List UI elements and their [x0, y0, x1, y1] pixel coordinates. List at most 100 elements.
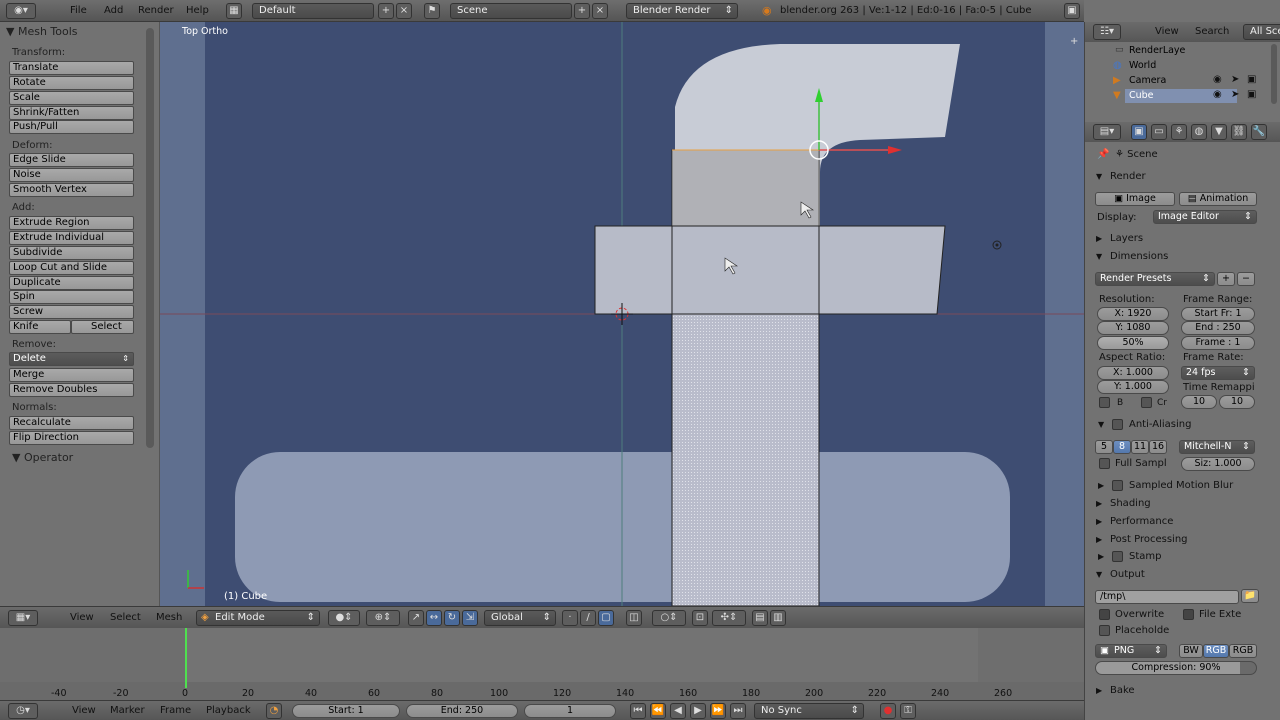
color-rgb-button[interactable]: RGB: [1203, 644, 1229, 658]
proportional-editing-select[interactable]: ○⇕: [652, 610, 686, 626]
aa-samples-8[interactable]: 8: [1113, 440, 1131, 454]
current-frame-marker[interactable]: [185, 628, 187, 688]
outliner-editor-type-button[interactable]: ☷▾: [1093, 24, 1121, 40]
timeline-editor[interactable]: -40 -20 0 20 40 60 80 100 120 140 160 18…: [0, 628, 1084, 700]
outliner-item-camera[interactable]: Camera: [1129, 75, 1166, 86]
scene-field[interactable]: Scene: [450, 3, 572, 19]
translate-manipulator-icon[interactable]: ↔: [426, 610, 442, 626]
extrude-individual-button[interactable]: Extrude Individual: [9, 231, 134, 245]
remove-screen-button[interactable]: ×: [396, 3, 412, 19]
sampled-motion-blur-panel-header[interactable]: ▶ Sampled Motion Blur: [1086, 477, 1280, 495]
pin-icon[interactable]: 📌: [1097, 149, 1109, 160]
jump-keyframe-back-icon[interactable]: ⏪: [650, 703, 666, 719]
manipulator-toggle-icon[interactable]: ↗: [408, 610, 424, 626]
render-presets-select[interactable]: Render Presets ⇕: [1095, 272, 1215, 286]
mesh-stem-face-selected[interactable]: [671, 313, 820, 606]
menu-file[interactable]: File: [70, 5, 87, 16]
jump-start-icon[interactable]: ⏮: [630, 703, 646, 719]
editor-type-button[interactable]: ▦▾: [8, 610, 38, 626]
add-screen-button[interactable]: +: [378, 3, 394, 19]
aa-samples-11[interactable]: 11: [1131, 440, 1149, 454]
frame-start-field[interactable]: Start Fr: 1: [1181, 307, 1255, 321]
shrink-fatten-button[interactable]: Shrink/Fatten: [9, 106, 134, 120]
menu-marker[interactable]: Marker: [110, 705, 145, 716]
properties-editor-type-button[interactable]: ▤▾: [1093, 124, 1121, 140]
outliner-menu-search[interactable]: Search: [1195, 26, 1229, 37]
start-frame-field[interactable]: Start: 1: [292, 704, 400, 718]
vertex-select-icon[interactable]: ·: [562, 610, 578, 626]
render-camera-icon[interactable]: ▣: [1247, 89, 1256, 100]
knife-button[interactable]: Knife: [9, 320, 71, 334]
file-format-select[interactable]: ▣ PNG ⇕: [1095, 644, 1167, 658]
add-preset-button[interactable]: +: [1217, 272, 1235, 286]
menu-view[interactable]: View: [72, 705, 96, 716]
noise-button[interactable]: Noise: [9, 168, 134, 182]
browse-folder-icon[interactable]: 📁: [1241, 589, 1259, 603]
duplicate-button[interactable]: Duplicate: [9, 276, 134, 290]
tool-shelf-scrollbar[interactable]: [146, 28, 154, 448]
editor-type-button[interactable]: ◉▾: [6, 3, 36, 19]
frame-step-field[interactable]: Frame : 1: [1181, 336, 1255, 350]
aspect-x-field[interactable]: X: 1.000: [1097, 366, 1169, 380]
mesh-tools-panel-header[interactable]: ▼ Mesh Tools: [6, 25, 78, 38]
file-extensions-checkbox[interactable]: [1183, 609, 1194, 620]
remove-doubles-button[interactable]: Remove Doubles: [9, 383, 134, 397]
color-bw-button[interactable]: BW: [1179, 644, 1203, 658]
current-frame-field[interactable]: 1: [524, 704, 616, 718]
constraints-tab-icon[interactable]: ⛓: [1231, 124, 1247, 140]
menu-playback[interactable]: Playback: [206, 705, 251, 716]
outliner-item-world[interactable]: World: [1129, 60, 1156, 71]
scene-tab-icon[interactable]: ⚘: [1171, 124, 1187, 140]
loop-cut-slide-button[interactable]: Loop Cut and Slide: [9, 261, 134, 275]
screen-layout-field[interactable]: Default: [252, 3, 374, 19]
frame-end-field[interactable]: End : 250: [1181, 321, 1255, 335]
recalculate-button[interactable]: Recalculate: [9, 416, 134, 430]
layers-panel-header[interactable]: ▶ Layers: [1086, 230, 1280, 248]
display-select[interactable]: Image Editor ⇕: [1153, 210, 1257, 224]
menu-frame[interactable]: Frame: [160, 705, 191, 716]
auto-keyframe-record-icon[interactable]: ●: [880, 703, 896, 719]
render-panel-header[interactable]: ▼ Render: [1086, 168, 1280, 186]
jump-end-icon[interactable]: ⏭: [730, 703, 746, 719]
edge-slide-button[interactable]: Edge Slide: [9, 153, 134, 167]
anti-aliasing-checkbox[interactable]: [1112, 418, 1123, 430]
jump-keyframe-forward-icon[interactable]: ⏩: [710, 703, 726, 719]
menu-add[interactable]: Add: [104, 5, 123, 16]
outliner-menu-view[interactable]: View: [1155, 26, 1179, 37]
remove-scene-button[interactable]: ×: [592, 3, 608, 19]
mode-select[interactable]: ◈ Edit Mode ⇕: [196, 610, 320, 626]
border-checkbox[interactable]: [1099, 397, 1110, 408]
operator-panel-header[interactable]: ▼ Operator: [12, 451, 73, 464]
render-engine-select[interactable]: Blender Render ⇕: [626, 3, 738, 19]
menu-view[interactable]: View: [70, 612, 94, 623]
aa-filter-select[interactable]: Mitchell-N ⇕: [1179, 440, 1255, 454]
aa-samples-5[interactable]: 5: [1095, 440, 1113, 454]
extrude-region-button[interactable]: Extrude Region: [9, 216, 134, 230]
frame-rate-select[interactable]: 24 fps ⇕: [1181, 366, 1255, 380]
output-panel-header[interactable]: ▼ Output: [1086, 566, 1280, 584]
compression-slider[interactable]: Compression: 90%: [1095, 661, 1257, 675]
edge-select-icon[interactable]: /: [580, 610, 596, 626]
menu-select[interactable]: Select: [110, 612, 141, 623]
resolution-percentage-field[interactable]: 50%: [1097, 336, 1169, 350]
full-sample-checkbox[interactable]: [1099, 458, 1110, 469]
play-icon[interactable]: ▶: [690, 703, 706, 719]
selectable-arrow-icon[interactable]: ➤: [1231, 89, 1239, 100]
render-tab-icon[interactable]: ▣: [1131, 124, 1147, 140]
screen-layout-icon[interactable]: ▦: [226, 3, 242, 19]
knife-select-button[interactable]: Select: [71, 320, 134, 334]
visibility-eye-icon[interactable]: ◉: [1213, 74, 1222, 85]
dimensions-panel-header[interactable]: ▼ Dimensions: [1086, 248, 1280, 266]
scene-icon[interactable]: ⚑: [424, 3, 440, 19]
resolution-y-field[interactable]: Y: 1080: [1097, 321, 1169, 335]
remove-preset-button[interactable]: −: [1237, 272, 1255, 286]
time-remap-new-field[interactable]: 10: [1219, 395, 1255, 409]
crop-checkbox[interactable]: [1141, 397, 1152, 408]
render-image-button[interactable]: ▣ Image: [1095, 192, 1175, 206]
modifiers-tab-icon[interactable]: 🔧: [1251, 124, 1267, 140]
delete-menu-button[interactable]: Delete ⇕: [9, 352, 134, 366]
subdivide-button[interactable]: Subdivide: [9, 246, 134, 260]
menu-help[interactable]: Help: [186, 5, 209, 16]
aspect-y-field[interactable]: Y: 1.000: [1097, 380, 1169, 394]
screw-button[interactable]: Screw: [9, 305, 134, 319]
